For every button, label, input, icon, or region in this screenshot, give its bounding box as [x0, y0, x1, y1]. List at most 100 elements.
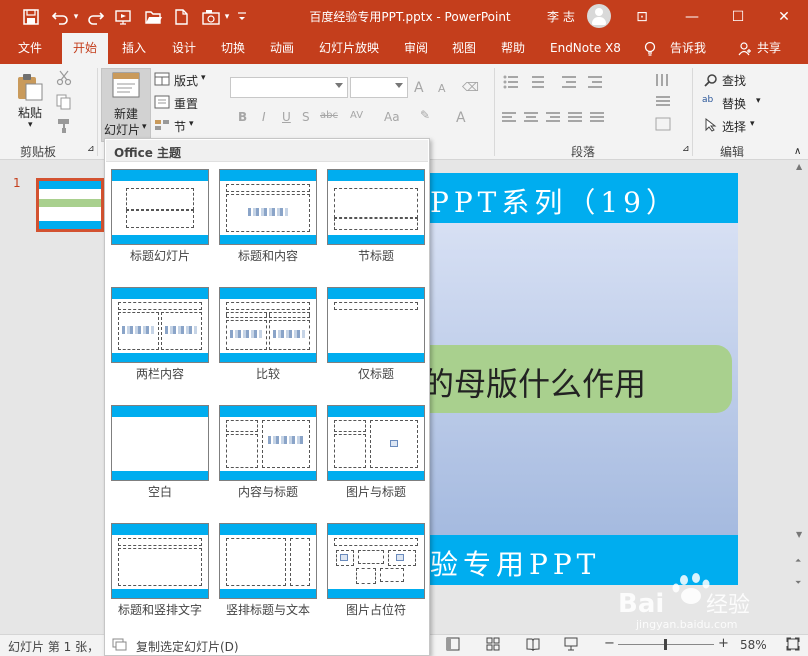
highlight-icon[interactable]: ✎ — [420, 108, 430, 122]
tab-view[interactable]: 视图 — [452, 33, 476, 64]
cut-icon[interactable] — [56, 70, 72, 86]
undo-dropdown-icon[interactable]: ▾ — [71, 6, 81, 28]
find-button[interactable]: 查找 — [722, 72, 746, 89]
redo-icon[interactable] — [84, 6, 106, 28]
copy-icon[interactable] — [56, 94, 74, 110]
layout-button[interactable]: 版式 — [174, 72, 198, 89]
layout-comparison[interactable]: 比较 — [215, 283, 319, 397]
format-painter-icon[interactable] — [56, 118, 72, 134]
slide-canvas[interactable]: PPT系列（19） 的母版什么作用 验专用PPT — [430, 173, 738, 585]
undo-icon[interactable] — [50, 6, 72, 28]
layout-section-header[interactable]: 节标题 — [323, 165, 427, 279]
tab-home[interactable]: 开始 — [62, 33, 109, 64]
layout-title-slide[interactable]: 标题幻灯片 — [107, 165, 211, 279]
underline-button[interactable]: U — [282, 110, 291, 124]
font-color-button[interactable]: A — [456, 110, 466, 126]
replace-dropdown-icon[interactable]: ▾ — [756, 96, 761, 106]
paste-button[interactable]: 粘贴 — [18, 104, 42, 121]
paste-icon[interactable] — [14, 72, 48, 102]
grow-font-button[interactable]: A — [414, 80, 424, 96]
new-slide-dropdown-icon[interactable]: ▾ — [142, 122, 147, 132]
tab-animations[interactable]: 动画 — [270, 33, 294, 64]
select-dropdown-icon[interactable]: ▾ — [750, 119, 755, 129]
avatar[interactable] — [587, 4, 611, 28]
screenshot-icon[interactable] — [200, 6, 222, 28]
tab-slideshow[interactable]: 幻灯片放映 — [319, 33, 379, 64]
italic-button[interactable]: I — [262, 110, 266, 124]
section-button[interactable]: 节 — [174, 118, 186, 135]
strikethrough-button[interactable]: abc — [320, 110, 338, 121]
shrink-font-button[interactable]: A — [438, 82, 446, 95]
clear-format-icon[interactable]: ⌫ — [462, 80, 479, 94]
share-button[interactable]: 共享 — [757, 33, 781, 64]
customize-icon[interactable] — [234, 6, 250, 28]
zoom-out-button[interactable]: − — [604, 636, 615, 651]
layout-vertical-title-text[interactable]: 竖排标题与文本 — [215, 519, 319, 633]
paste-dropdown-icon[interactable]: ▾ — [28, 120, 33, 130]
tab-insert[interactable]: 插入 — [122, 33, 146, 64]
tell-me-search[interactable]: 告诉我 — [670, 33, 706, 64]
slide-thumbnail[interactable] — [36, 178, 104, 232]
text-direction-icon[interactable] — [654, 72, 674, 132]
scroll-up-icon[interactable]: ▲ — [796, 162, 802, 171]
font-size-combo[interactable] — [350, 77, 408, 98]
layout-content-caption[interactable]: 内容与标题 — [215, 401, 319, 515]
screenshot-dropdown-icon[interactable]: ▾ — [222, 6, 232, 28]
replace-button[interactable]: 替换 — [722, 95, 746, 112]
layout-title-vertical-text[interactable]: 标题和竖排文字 — [107, 519, 211, 633]
zoom-level[interactable]: 58% — [740, 638, 767, 652]
close-button[interactable]: ✕ — [762, 0, 806, 33]
align-left-icon[interactable] — [502, 110, 642, 126]
layout-picture-placeholder[interactable]: 图片占位符 — [323, 519, 427, 633]
ribbon-display-options-button[interactable]: ⊡ — [620, 0, 664, 33]
new-icon[interactable] — [170, 6, 192, 28]
change-case-button[interactable]: Aa — [384, 110, 400, 124]
tab-design[interactable]: 设计 — [172, 33, 196, 64]
reset-button[interactable]: 重置 — [174, 95, 198, 112]
normal-view-icon[interactable] — [446, 637, 460, 654]
clipboard-launcher-icon[interactable]: ⊿ — [87, 144, 95, 154]
layout-title-only[interactable]: 仅标题 — [323, 283, 427, 397]
previous-slide-icon[interactable]: ⏶ — [795, 556, 801, 566]
user-name[interactable]: 李 志 — [547, 8, 575, 25]
maximize-button[interactable]: ☐ — [716, 0, 760, 33]
slide-title[interactable]: PPT系列（19） — [430, 181, 679, 221]
tab-endnote[interactable]: EndNote X8 — [550, 33, 621, 64]
zoom-slider-thumb[interactable] — [664, 639, 667, 650]
section-dropdown-icon[interactable]: ▾ — [189, 119, 194, 129]
from-beginning-icon[interactable] — [113, 6, 135, 28]
slide-callout[interactable]: 的母版什么作用 — [430, 345, 732, 413]
tab-help[interactable]: 帮助 — [501, 33, 525, 64]
font-name-combo[interactable] — [230, 77, 348, 98]
layout-two-content[interactable]: 两栏内容 — [107, 283, 211, 397]
layout-title-content[interactable]: 标题和内容 — [215, 165, 319, 279]
scroll-down-icon[interactable]: ▼ — [796, 530, 802, 539]
fit-to-window-icon[interactable] — [786, 637, 800, 654]
minimize-button[interactable]: — — [670, 0, 714, 33]
duplicate-slide-menu-item[interactable]: 复制选定幻灯片(D) — [106, 635, 428, 656]
tab-review[interactable]: 审阅 — [404, 33, 428, 64]
vertical-scrollbar[interactable]: ▲ ▼ ⏶ ⏷ — [792, 160, 808, 634]
char-spacing-button[interactable]: AV — [350, 110, 363, 121]
open-icon[interactable] — [143, 6, 165, 28]
slide-callout-text[interactable]: 的母版什么作用 — [430, 359, 646, 405]
slideshow-view-icon[interactable] — [564, 637, 578, 654]
tab-file[interactable]: 文件 — [18, 33, 42, 64]
reading-view-icon[interactable] — [526, 637, 540, 654]
layout-dropdown-icon[interactable]: ▾ — [201, 73, 206, 83]
zoom-in-button[interactable]: + — [718, 636, 729, 651]
select-button[interactable]: 选择 — [722, 118, 746, 135]
save-icon[interactable] — [20, 6, 42, 28]
collapse-ribbon-icon[interactable]: ∧ — [794, 146, 801, 157]
layout-blank[interactable]: 空白 — [107, 401, 211, 515]
layout-picture-caption[interactable]: 图片与标题 — [323, 401, 427, 515]
bullets-icon[interactable] — [502, 74, 612, 90]
title-bar: ▾ ▾ 百度经验专用PPT.pptx - PowerPoint 李 志 ⊡ — … — [0, 0, 808, 33]
tab-transitions[interactable]: 切换 — [221, 33, 245, 64]
slide-footer-text[interactable]: 验专用PPT — [430, 543, 600, 583]
next-slide-icon[interactable]: ⏷ — [795, 578, 801, 588]
slide-sorter-icon[interactable] — [486, 637, 500, 654]
shadow-button[interactable]: S — [302, 110, 310, 124]
paragraph-launcher-icon[interactable]: ⊿ — [682, 144, 690, 154]
bold-button[interactable]: B — [238, 110, 247, 124]
